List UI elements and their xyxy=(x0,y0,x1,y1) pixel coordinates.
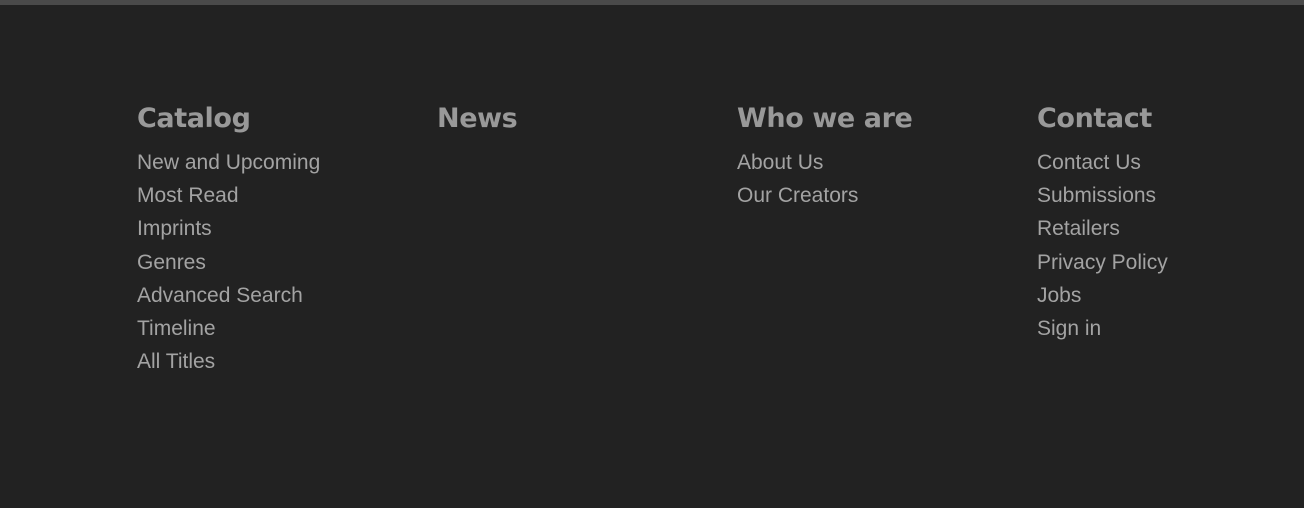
link-privacy-policy[interactable]: Privacy Policy xyxy=(1037,251,1168,274)
list-item: Our Creators xyxy=(737,179,1017,212)
list-item: Submissions xyxy=(1037,179,1297,212)
news-heading: News xyxy=(437,103,518,134)
list-item: Imprints xyxy=(137,212,417,245)
who-we-are-links: About Us Our Creators xyxy=(737,146,1017,212)
link-about-us[interactable]: About Us xyxy=(737,151,823,174)
list-item: Genres xyxy=(137,246,417,279)
footer-column-catalog: Catalog New and Upcoming Most Read Impri… xyxy=(137,101,417,378)
list-item: Advanced Search xyxy=(137,279,417,312)
list-item: Retailers xyxy=(1037,212,1297,245)
list-item: Contact Us xyxy=(1037,146,1297,179)
link-all-titles[interactable]: All Titles xyxy=(137,350,215,373)
site-footer: Catalog New and Upcoming Most Read Impri… xyxy=(0,5,1304,508)
link-contact-us[interactable]: Contact Us xyxy=(1037,151,1141,174)
link-sign-in[interactable]: Sign in xyxy=(1037,317,1101,340)
list-item: Sign in xyxy=(1037,312,1297,345)
list-item: Most Read xyxy=(137,179,417,212)
list-item: New and Upcoming xyxy=(137,146,417,179)
link-retailers[interactable]: Retailers xyxy=(1037,217,1120,240)
footer-column-news: News xyxy=(437,101,717,146)
link-new-and-upcoming[interactable]: New and Upcoming xyxy=(137,151,320,174)
list-item: All Titles xyxy=(137,345,417,378)
catalog-heading: Catalog xyxy=(137,103,251,134)
contact-heading: Contact xyxy=(1037,103,1152,134)
footer-column-contact: Contact Contact Us Submissions Retailers… xyxy=(1037,101,1297,345)
who-we-are-heading: Who we are xyxy=(737,103,913,134)
list-item: Privacy Policy xyxy=(1037,246,1297,279)
list-item: About Us xyxy=(737,146,1017,179)
link-jobs[interactable]: Jobs xyxy=(1037,284,1081,307)
contact-links: Contact Us Submissions Retailers Privacy… xyxy=(1037,146,1297,345)
link-submissions[interactable]: Submissions xyxy=(1037,184,1156,207)
link-most-read[interactable]: Most Read xyxy=(137,184,239,207)
link-genres[interactable]: Genres xyxy=(137,251,206,274)
footer-column-who-we-are: Who we are About Us Our Creators xyxy=(737,101,1017,212)
link-our-creators[interactable]: Our Creators xyxy=(737,184,858,207)
link-imprints[interactable]: Imprints xyxy=(137,217,212,240)
catalog-links: New and Upcoming Most Read Imprints Genr… xyxy=(137,146,417,378)
list-item: Timeline xyxy=(137,312,417,345)
list-item: Jobs xyxy=(1037,279,1297,312)
link-timeline[interactable]: Timeline xyxy=(137,317,216,340)
link-advanced-search[interactable]: Advanced Search xyxy=(137,284,303,307)
